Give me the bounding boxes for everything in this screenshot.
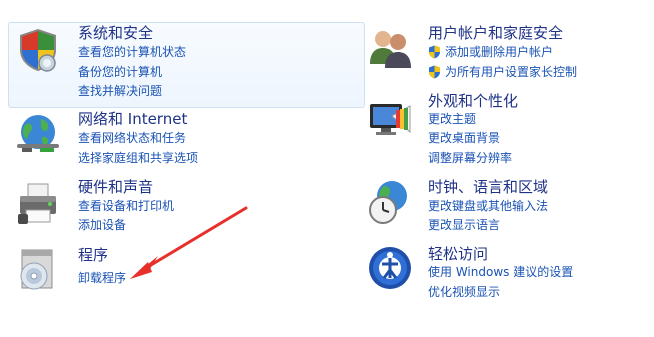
link-change-theme[interactable]: 更改主题 — [428, 111, 476, 127]
link-display-language[interactable]: 更改显示语言 — [428, 217, 500, 233]
link-screen-resolution[interactable]: 调整屏幕分辨率 — [428, 150, 512, 166]
monitor-palette-icon[interactable] — [366, 96, 414, 144]
link-change-background[interactable]: 更改桌面背景 — [428, 130, 500, 146]
link-homegroup-sharing[interactable]: 选择家庭组和共享选项 — [78, 150, 198, 166]
link-optimize-video[interactable]: 优化视频显示 — [428, 284, 500, 300]
link-uninstall-program[interactable]: 卸载程序 — [78, 270, 126, 286]
category-title-appearance[interactable]: 外观和个性化 — [428, 92, 518, 110]
category-title-clock-region[interactable]: 时钟、语言和区域 — [428, 178, 548, 196]
category-title-network[interactable]: 网络和 Internet — [78, 110, 187, 128]
shield-security-icon[interactable] — [14, 26, 62, 74]
link-add-remove-accounts[interactable]: 添加或删除用户帐户 — [445, 44, 553, 60]
programs-disc-icon[interactable] — [14, 246, 62, 294]
link-change-keyboard[interactable]: 更改键盘或其他输入法 — [428, 198, 548, 214]
link-parental-controls[interactable]: 为所有用户设置家长控制 — [445, 64, 577, 80]
uac-shield-icon — [428, 64, 441, 79]
users-icon[interactable] — [366, 24, 414, 72]
category-title-user-accounts[interactable]: 用户帐户和家庭安全 — [428, 24, 563, 42]
link-view-computer-status[interactable]: 查看您的计算机状态 — [78, 44, 186, 60]
link-troubleshoot[interactable]: 查找并解决问题 — [78, 83, 162, 99]
ease-of-access-icon[interactable] — [366, 244, 414, 292]
uac-shield-icon — [428, 44, 441, 59]
network-globe-icon[interactable] — [14, 110, 62, 158]
link-network-status[interactable]: 查看网络状态和任务 — [78, 130, 186, 146]
link-backup-computer[interactable]: 备份您的计算机 — [78, 64, 162, 80]
category-title-system-security[interactable]: 系统和安全 — [78, 24, 153, 42]
link-add-device[interactable]: 添加设备 — [78, 217, 126, 233]
link-windows-recommended[interactable]: 使用 Windows 建议的设置 — [428, 264, 573, 280]
category-title-hardware-sound[interactable]: 硬件和声音 — [78, 178, 153, 196]
clock-globe-icon[interactable] — [366, 178, 414, 226]
printer-icon[interactable] — [14, 180, 62, 228]
category-title-ease-of-access[interactable]: 轻松访问 — [428, 245, 488, 263]
category-title-programs[interactable]: 程序 — [78, 246, 108, 264]
link-devices-printers[interactable]: 查看设备和打印机 — [78, 198, 174, 214]
